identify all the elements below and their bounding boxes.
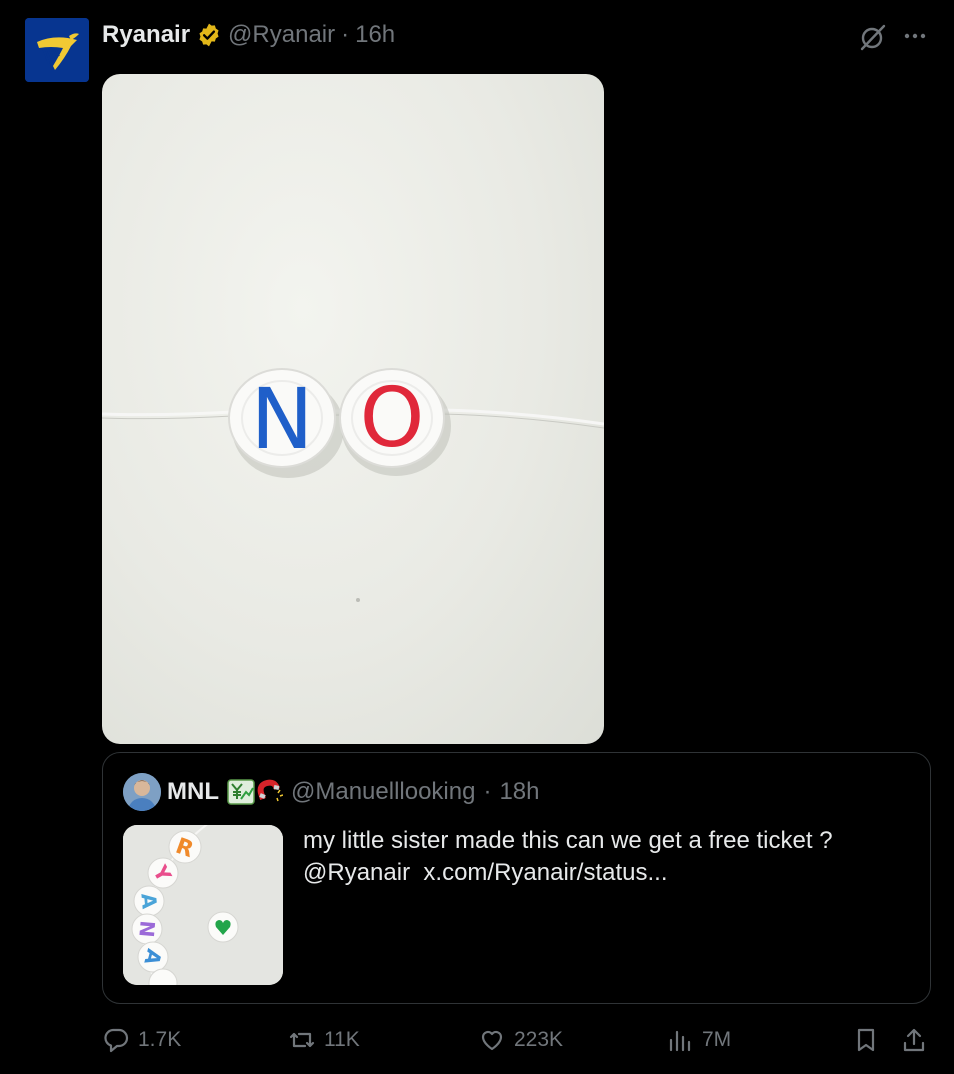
like-button[interactable]: 223K (478, 1022, 563, 1058)
ryanair-avatar[interactable] (25, 18, 89, 82)
quoted-mention-link[interactable]: @Ryanair (303, 859, 410, 886)
quoted-url-link[interactable]: x.com/Ryanair/status... (423, 859, 667, 886)
quoted-name-emojis (227, 779, 283, 805)
reply-icon (104, 1028, 129, 1053)
chart-yen-emoji-icon (227, 779, 255, 805)
share-button[interactable] (900, 1022, 928, 1058)
thumb-bead-n: N (134, 920, 159, 939)
tweet-time[interactable]: 16h (355, 21, 395, 49)
author-handle[interactable]: @Ryanair (228, 21, 335, 49)
bead-letter-o: O (360, 371, 425, 466)
repost-count: 11K (324, 1028, 360, 1051)
profile-photo-icon (123, 773, 161, 811)
heart-icon (481, 1030, 503, 1051)
thumb-bead-a: A (136, 892, 161, 910)
reply-count: 1.7K (138, 1028, 182, 1051)
quoted-separator-dot: · (483, 778, 492, 805)
magnet-emoji-icon (257, 779, 283, 802)
views-button[interactable]: 7M (666, 1022, 731, 1058)
reply-button[interactable]: 1.7K (102, 1022, 181, 1058)
more-options-icon[interactable] (900, 22, 930, 52)
like-count: 223K (514, 1028, 564, 1051)
author-name[interactable]: Ryanair (102, 21, 190, 49)
tweet-header: Ryanair @Ryanair · 16h (102, 20, 395, 50)
quoted-author-handle[interactable]: @Manuelllooking (291, 778, 475, 806)
quoted-text: my little sister made this can we get a … (303, 825, 903, 889)
bookmark-icon (857, 1028, 875, 1052)
views-chart-icon (669, 1030, 691, 1052)
repost-button[interactable]: 11K (288, 1022, 360, 1058)
separator-dot: · (341, 21, 350, 48)
tweet-actions: 1.7K 11K 223K 7M (102, 1022, 932, 1058)
quoted-media-thumbnail[interactable]: R Y A N A (123, 825, 283, 985)
share-icon (903, 1028, 925, 1052)
quoted-body-text: my little sister made this can we get a … (303, 827, 833, 854)
verified-badge-icon[interactable] (196, 22, 222, 48)
repost-icon (289, 1032, 315, 1048)
bead-letter-n: N (251, 370, 314, 468)
view-count: 7M (702, 1028, 732, 1051)
harp-logo-icon (25, 18, 89, 82)
quoted-header: MNL @Manuelllooking · 18h (167, 775, 540, 809)
tweet-media-image[interactable]: N O (102, 74, 604, 744)
quoted-time[interactable]: 18h (499, 778, 539, 806)
grok-icon[interactable] (858, 22, 888, 52)
quoted-author-avatar[interactable] (123, 773, 161, 811)
quoted-tweet[interactable]: MNL @Manuelllooking · 18h R Y A N A my l… (102, 752, 931, 1004)
quoted-author-name[interactable]: MNL (167, 778, 219, 806)
bookmark-button[interactable] (852, 1022, 880, 1058)
